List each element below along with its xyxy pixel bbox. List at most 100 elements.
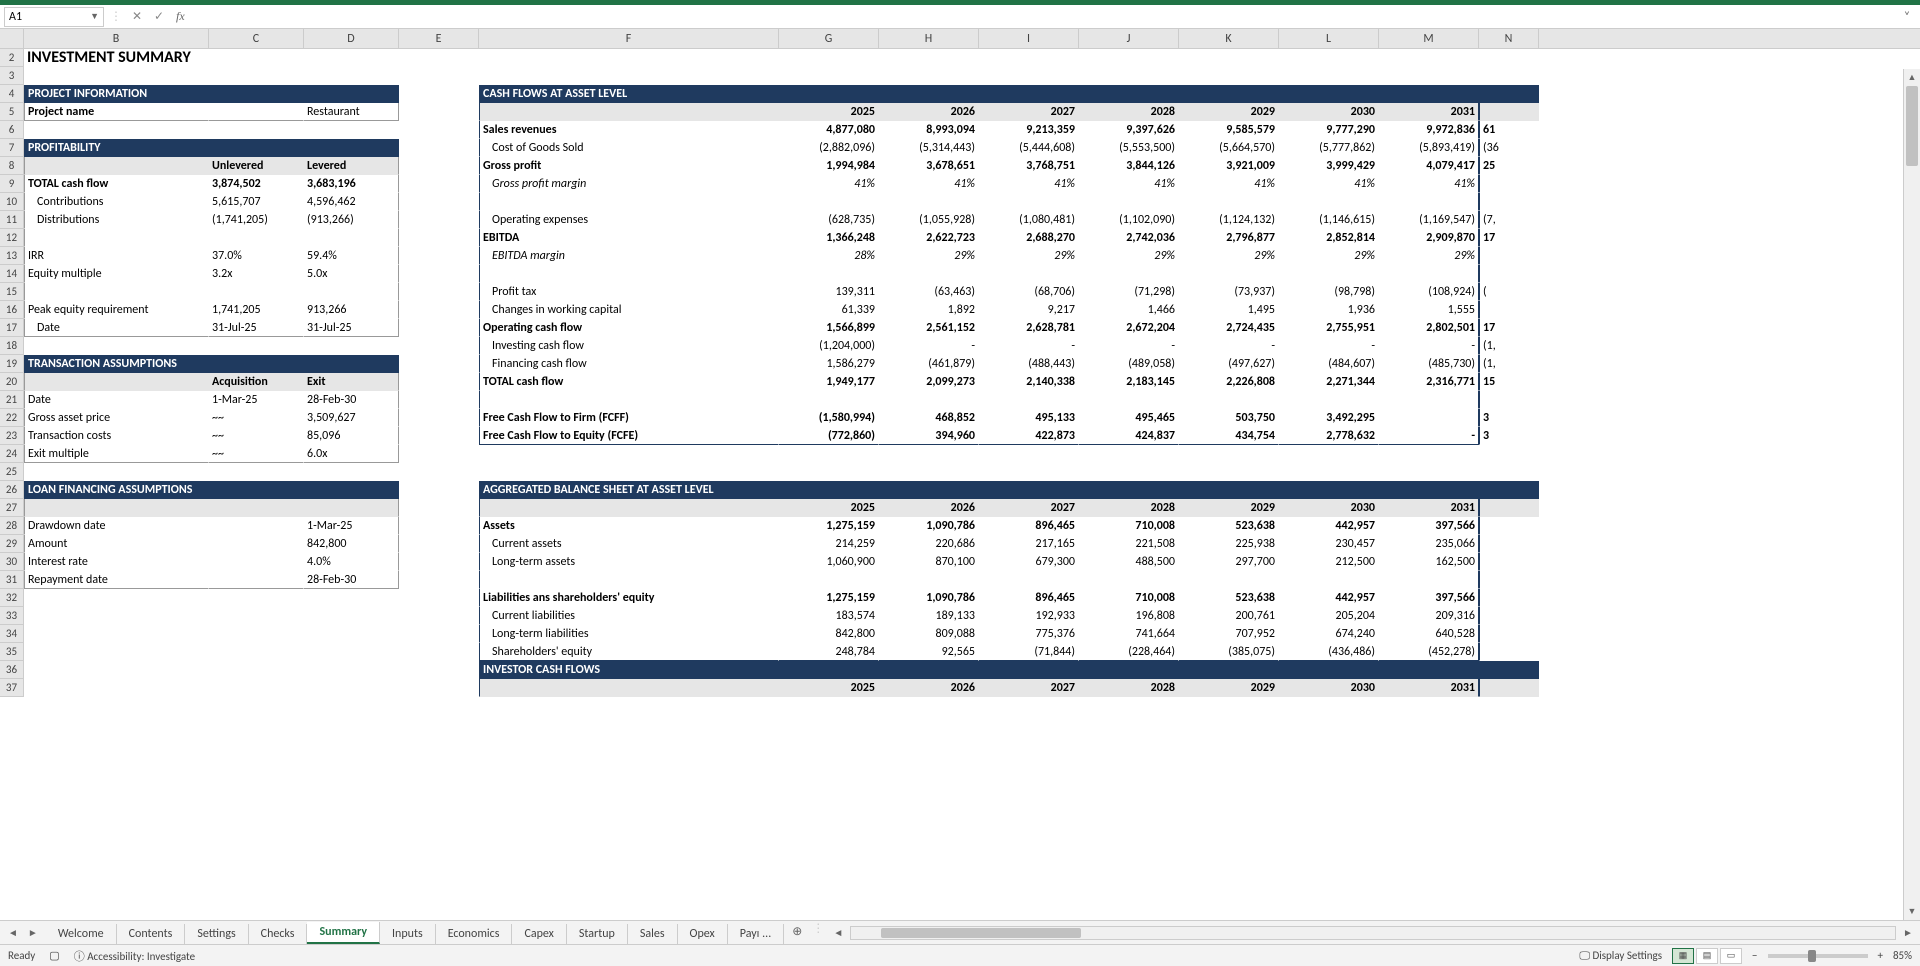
column-header[interactable]: C	[209, 29, 304, 48]
cell[interactable]	[399, 229, 479, 247]
cell[interactable]	[399, 625, 479, 643]
cell[interactable]	[24, 661, 399, 679]
cell[interactable]	[979, 67, 1079, 85]
fx-icon[interactable]: fx	[172, 9, 189, 24]
cell[interactable]	[209, 535, 304, 553]
row-header[interactable]: 23	[0, 427, 24, 445]
row-header[interactable]: 17	[0, 319, 24, 337]
cell[interactable]	[399, 481, 479, 499]
cell[interactable]	[24, 373, 209, 391]
zoom-out-icon[interactable]: −	[1752, 949, 1757, 962]
row-header[interactable]: 37	[0, 679, 24, 697]
cell[interactable]	[24, 499, 399, 517]
row-header[interactable]: 24	[0, 445, 24, 463]
cell[interactable]	[24, 625, 399, 643]
column-header[interactable]: K	[1179, 29, 1279, 48]
cell[interactable]	[1079, 49, 1179, 67]
cell[interactable]	[399, 121, 479, 139]
row-header[interactable]: 6	[0, 121, 24, 139]
zoom-in-icon[interactable]: +	[1878, 949, 1883, 962]
cell[interactable]	[399, 427, 479, 445]
cell[interactable]	[399, 535, 479, 553]
sheet-tab[interactable]: Opex	[678, 924, 728, 944]
cell[interactable]	[399, 553, 479, 571]
accessibility-status[interactable]: ⓘ Accessibility: Investigate	[74, 948, 195, 964]
cell[interactable]	[779, 67, 879, 85]
cell[interactable]	[479, 679, 779, 697]
cell[interactable]	[979, 49, 1079, 67]
row-header[interactable]: 14	[0, 265, 24, 283]
cell[interactable]	[479, 49, 779, 67]
cell[interactable]	[399, 319, 479, 337]
row-header[interactable]: 11	[0, 211, 24, 229]
column-header[interactable]: F	[479, 29, 779, 48]
hscroll-right-icon[interactable]: ►	[1900, 926, 1916, 939]
row-header[interactable]: 18	[0, 337, 24, 355]
cell[interactable]	[1479, 49, 1539, 67]
sheet-tab[interactable]: Payı ...	[728, 924, 784, 944]
vertical-scrollbar[interactable]: ▲ ▼	[1903, 69, 1920, 920]
row-header[interactable]: 29	[0, 535, 24, 553]
cell[interactable]	[1079, 67, 1179, 85]
cell[interactable]	[399, 517, 479, 535]
row-header[interactable]: 15	[0, 283, 24, 301]
row-header[interactable]: 9	[0, 175, 24, 193]
sheet-tab[interactable]: Capex	[512, 924, 566, 944]
cell[interactable]	[399, 301, 479, 319]
cell[interactable]	[399, 211, 479, 229]
hscroll-thumb[interactable]	[881, 928, 1081, 938]
cancel-icon[interactable]: ✕	[128, 9, 146, 24]
cell[interactable]	[399, 355, 479, 373]
cell[interactable]	[1479, 679, 1539, 697]
cell[interactable]	[399, 283, 479, 301]
cell[interactable]	[399, 679, 479, 697]
row-header[interactable]: 22	[0, 409, 24, 427]
row-header[interactable]: 35	[0, 643, 24, 661]
row-header[interactable]: 8	[0, 157, 24, 175]
row-header[interactable]: 19	[0, 355, 24, 373]
sheet-tab[interactable]: Welcome	[46, 924, 117, 944]
row-header[interactable]: 28	[0, 517, 24, 535]
row-header[interactable]: 13	[0, 247, 24, 265]
sheet-tab[interactable]: Startup	[567, 924, 628, 944]
expand-formula-icon[interactable]: ˅	[1898, 10, 1916, 24]
view-page-layout-icon[interactable]: ▤	[1696, 948, 1718, 964]
cell[interactable]	[399, 247, 479, 265]
row-header[interactable]: 36	[0, 661, 24, 679]
row-header[interactable]: 34	[0, 625, 24, 643]
column-header[interactable]: L	[1279, 29, 1379, 48]
zoom-slider[interactable]	[1768, 954, 1868, 958]
view-normal-icon[interactable]: ▦	[1672, 948, 1694, 964]
zoom-level[interactable]: 85%	[1893, 949, 1912, 962]
display-settings-button[interactable]: 🖵 Display Settings	[1579, 949, 1662, 963]
row-header[interactable]: 2	[0, 49, 24, 67]
sheet-tab[interactable]: Inputs	[380, 924, 436, 944]
cell[interactable]	[399, 463, 479, 481]
cell[interactable]	[399, 193, 479, 211]
cell[interactable]	[399, 49, 479, 67]
cell[interactable]	[24, 589, 399, 607]
cell[interactable]	[399, 499, 479, 517]
scroll-thumb[interactable]	[1906, 86, 1918, 166]
cell[interactable]	[1279, 49, 1379, 67]
cell[interactable]	[1379, 67, 1479, 85]
cell[interactable]	[399, 607, 479, 625]
cell[interactable]	[24, 157, 209, 175]
cell[interactable]	[399, 85, 479, 103]
cell[interactable]	[24, 463, 399, 481]
row-header[interactable]: 30	[0, 553, 24, 571]
column-header[interactable]: B	[24, 29, 209, 48]
cell[interactable]	[399, 337, 479, 355]
cell[interactable]	[399, 571, 479, 589]
row-header[interactable]: 33	[0, 607, 24, 625]
hscroll-left-icon[interactable]: ◄	[830, 926, 846, 939]
cell[interactable]	[1279, 67, 1379, 85]
cell[interactable]	[399, 589, 479, 607]
sheet-tab[interactable]: Contents	[117, 924, 186, 944]
column-header[interactable]: H	[879, 29, 979, 48]
cell[interactable]	[24, 679, 399, 697]
tab-nav-next-icon[interactable]: ►	[28, 926, 38, 939]
row-header[interactable]: 12	[0, 229, 24, 247]
cell[interactable]	[1179, 67, 1279, 85]
cell[interactable]	[1479, 103, 1539, 121]
